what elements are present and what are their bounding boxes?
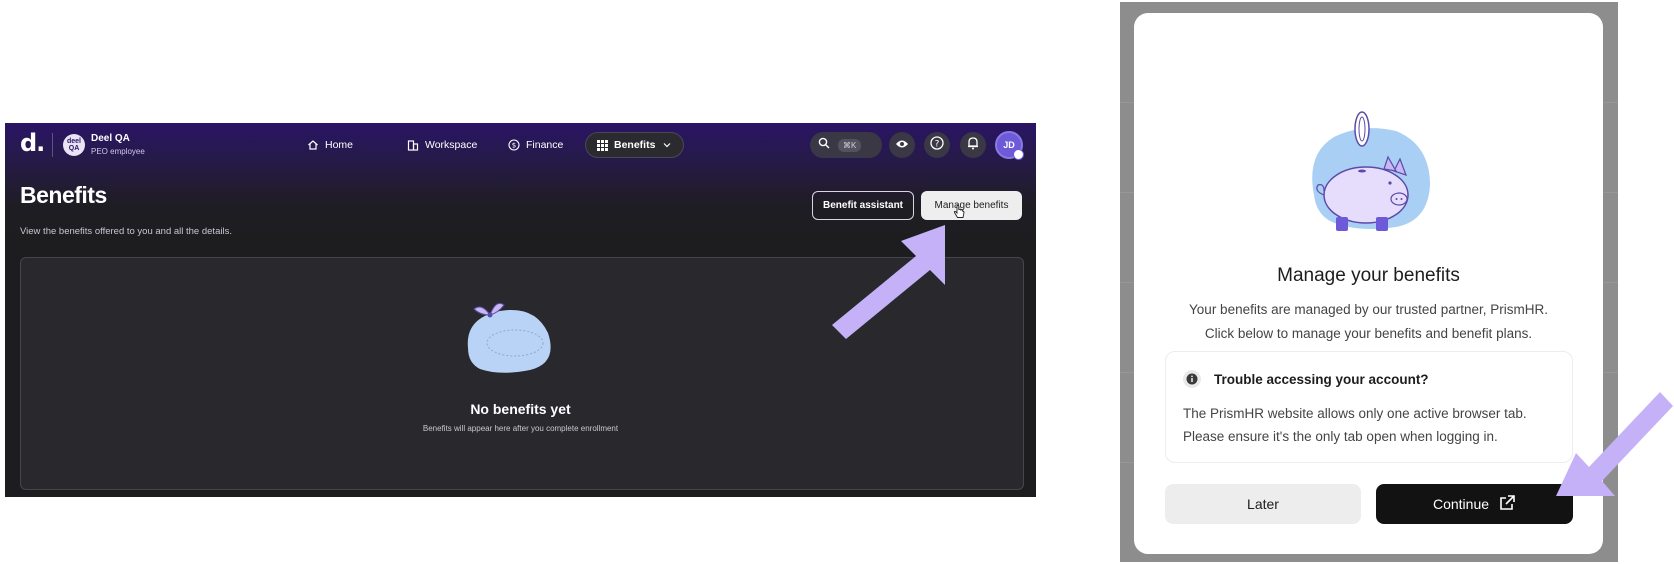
annotation-arrow-continue [1556, 392, 1674, 503]
info-text-line: The PrismHR website allows only one acti… [1183, 406, 1527, 421]
nav-home-label: Home [325, 139, 354, 151]
page-subtitle: View the benefits offered to you and all… [20, 226, 232, 237]
modal-overlay-screenshot: Manage your benefits Your benefits are m… [1120, 2, 1618, 562]
nav-workspace[interactable]: Workspace [397, 132, 487, 158]
preview-button[interactable] [889, 132, 915, 158]
later-button[interactable]: Later [1165, 484, 1361, 524]
empty-state-title: No benefits yet [470, 401, 571, 417]
modal-description-line: Your benefits are managed by our trusted… [1189, 302, 1548, 317]
avatar-menu-indicator [1013, 149, 1024, 160]
benefit-assistant-button[interactable]: Benefit assistant [812, 191, 914, 220]
empty-bag-illustration [460, 293, 560, 388]
user-avatar[interactable]: JD [995, 131, 1024, 160]
home-icon [307, 139, 319, 151]
annotation-arrow-manage [832, 225, 952, 345]
help-icon: ? [930, 135, 944, 155]
eye-icon [895, 136, 909, 154]
nav-finance[interactable]: $ Finance [498, 132, 573, 158]
nav-workspace-label: Workspace [425, 139, 478, 151]
org-name[interactable]: Deel QA [91, 133, 130, 144]
svg-text:$: $ [512, 142, 516, 150]
info-title: Trouble accessing your account? [1214, 372, 1429, 387]
hand-cursor-icon [953, 205, 965, 224]
external-link-icon [1499, 494, 1516, 514]
svg-text:?: ? [935, 139, 940, 149]
top-navigation-bar: d. deel QA Deel QA PEO employee Home Wor… [5, 123, 1036, 167]
help-button[interactable]: ? [924, 132, 950, 158]
piggy-bank-illustration [1306, 109, 1432, 244]
nav-finance-label: Finance [526, 139, 564, 151]
logo-divider [52, 133, 53, 157]
nav-home[interactable]: Home [297, 132, 363, 158]
org-avatar[interactable]: deel QA [63, 134, 85, 156]
nav-benefits[interactable]: Benefits [585, 132, 685, 158]
info-text: The PrismHR website allows only one acti… [1183, 402, 1527, 448]
building-icon [407, 139, 419, 151]
nav-benefits-label: Benefits [614, 139, 656, 151]
deel-logo[interactable]: d. [20, 129, 45, 157]
continue-button[interactable]: Continue [1376, 484, 1573, 524]
avatar-initials: JD [1003, 140, 1015, 150]
grid-icon [596, 139, 608, 151]
info-icon [1183, 370, 1201, 388]
continue-label: Continue [1432, 496, 1490, 512]
search-shortcut: ⌘K [838, 138, 862, 152]
page-title: Benefits [20, 182, 107, 208]
info-text-line: Please ensure it's the only tab open whe… [1183, 429, 1498, 444]
dollar-circle-icon: $ [508, 139, 520, 151]
search-button[interactable]: ⌘K [810, 132, 882, 158]
trouble-info-box: Trouble accessing your account? The Pris… [1165, 351, 1573, 463]
modal-title: Manage your benefits [1277, 265, 1460, 286]
manage-benefits-button[interactable]: Manage benefits [921, 191, 1022, 220]
manage-benefits-modal: Manage your benefits Your benefits are m… [1134, 13, 1603, 554]
bell-icon [967, 136, 979, 155]
search-icon [818, 136, 830, 154]
chevron-down-icon [661, 139, 673, 151]
modal-description-line: Click below to manage your benefits and … [1204, 326, 1533, 341]
modal-description: Your benefits are managed by our trusted… [1134, 298, 1603, 346]
notifications-button[interactable] [960, 132, 986, 158]
org-role: PEO employee [91, 147, 145, 156]
canvas: d. deel QA Deel QA PEO employee Home Wor… [0, 0, 1674, 564]
empty-state-subtitle: Benefits will appear here after you comp… [422, 424, 619, 433]
